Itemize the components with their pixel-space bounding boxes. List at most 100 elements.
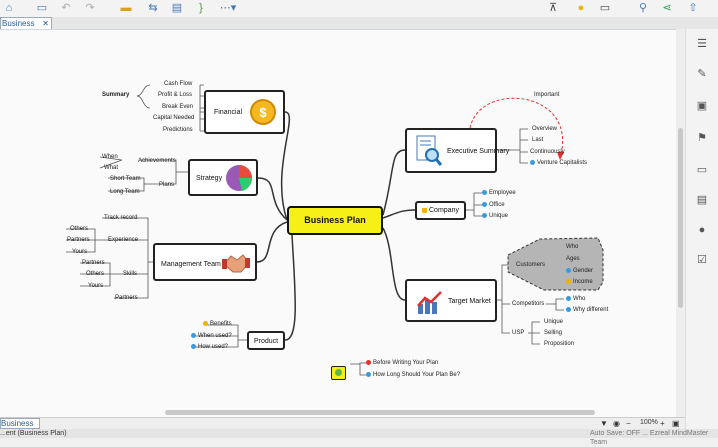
profit-loss[interactable]: Profit & Loss xyxy=(158,91,192,99)
how-long: How Long Should Your Plan Be? xyxy=(373,372,461,378)
who-2-item[interactable]: Who xyxy=(566,295,585,303)
gender-item[interactable]: Gender xyxy=(566,267,593,275)
continuously[interactable]: Continuously xyxy=(530,148,565,156)
partners-2[interactable]: Partners xyxy=(82,259,105,267)
outline-icon[interactable]: ▤ xyxy=(695,193,709,207)
capital-needed[interactable]: Capital Needed xyxy=(153,114,194,122)
yours[interactable]: Yours xyxy=(72,248,87,256)
office: Office xyxy=(489,202,505,208)
unique: Unique xyxy=(489,213,509,219)
ages[interactable]: Ages xyxy=(566,255,580,263)
image-icon[interactable]: ▣ xyxy=(695,99,709,113)
venture-capitalists-item[interactable]: Venture Capitalists xyxy=(530,159,587,167)
income-item[interactable]: Income xyxy=(566,278,593,286)
fit-icon[interactable]: ▣ xyxy=(672,419,680,428)
income: Income xyxy=(573,279,593,285)
long-team[interactable]: Long Team xyxy=(110,188,140,196)
executive-summary-topic[interactable]: Executive Summary xyxy=(405,128,509,173)
achievements[interactable]: Achievements xyxy=(138,157,176,165)
question-icon xyxy=(191,332,196,338)
how-used-item[interactable]: How used? xyxy=(191,343,228,351)
status-right-text: Auto Save: OFF ... Ezreal MindMaster Tea… xyxy=(590,430,709,446)
zoom-in-icon[interactable]: + xyxy=(660,419,665,428)
comment-icon[interactable]: ● xyxy=(695,223,709,237)
others[interactable]: Others xyxy=(70,225,88,233)
company-text: Company xyxy=(429,207,459,214)
zoom-out-icon[interactable]: − xyxy=(626,419,631,428)
bulb-icon xyxy=(203,320,208,326)
partners-3[interactable]: Partners xyxy=(115,294,138,302)
employee-item[interactable]: Employee xyxy=(482,189,516,197)
how-long-item[interactable]: How Long Should Your Plan Be? xyxy=(366,371,460,379)
strategy-topic[interactable]: Strategy xyxy=(188,159,258,196)
plans[interactable]: Plans xyxy=(159,181,174,189)
venture-capitalists: Venture Capitalists xyxy=(537,160,588,166)
relationship-label[interactable]: Important xyxy=(534,91,559,99)
task-icon[interactable]: ☑ xyxy=(695,253,709,267)
status-bar: ...ent (Business Plan) Auto Save: OFF ..… xyxy=(0,429,718,446)
right-side-panel: ☰ ✎ ▣ ⚑ ▭ ▤ ● ☑ xyxy=(685,29,718,429)
unique-2[interactable]: Unique xyxy=(544,318,563,326)
company-label: Company xyxy=(422,206,459,215)
company-topic[interactable]: Company xyxy=(415,201,466,220)
style-icon[interactable]: ✎ xyxy=(695,67,709,81)
marker-flag-icon[interactable]: ⚑ xyxy=(695,131,709,145)
management-team-topic[interactable]: Management Team xyxy=(153,243,257,281)
last[interactable]: Last xyxy=(532,136,543,144)
coin-icon: $ xyxy=(250,99,276,125)
pin-icon xyxy=(482,201,487,207)
format-icon[interactable]: ☰ xyxy=(695,37,709,51)
predictions[interactable]: Predictions xyxy=(163,126,193,134)
person-icon xyxy=(566,267,571,273)
floating-topic[interactable] xyxy=(331,366,346,380)
break-even[interactable]: Break Even xyxy=(162,103,193,111)
track-record[interactable]: Track record xyxy=(104,214,137,222)
overview[interactable]: Overview xyxy=(532,125,557,133)
when-used-item[interactable]: When used? xyxy=(191,332,232,340)
financial-topic[interactable]: Financial $ xyxy=(204,90,285,134)
notes-icon[interactable]: ▭ xyxy=(695,163,709,177)
usp[interactable]: USP xyxy=(512,329,524,337)
central-topic[interactable]: Business Plan xyxy=(287,206,383,235)
horizontal-scroll-thumb[interactable] xyxy=(165,410,595,415)
filter-icon[interactable]: ▼ xyxy=(600,419,608,428)
target-market-topic[interactable]: Target Market xyxy=(405,279,497,322)
benefits: Benefits xyxy=(210,321,232,327)
benefits-item[interactable]: Benefits xyxy=(203,320,232,328)
when[interactable]: When xyxy=(102,153,118,161)
cash-flow[interactable]: Cash Flow xyxy=(164,80,192,88)
skills[interactable]: Skills xyxy=(123,270,137,278)
unique-item[interactable]: Unique xyxy=(482,212,508,220)
selling[interactable]: Selling xyxy=(544,329,562,337)
status-left-text: ...ent (Business Plan) xyxy=(0,430,67,437)
before-writing-item[interactable]: Before Writing Your Plan xyxy=(366,359,438,367)
zoom-level: 100% xyxy=(640,419,658,426)
target-market-label: Target Market xyxy=(448,298,491,305)
competitors[interactable]: Competitors xyxy=(512,300,544,308)
employee: Employee xyxy=(489,190,516,196)
office-item[interactable]: Office xyxy=(482,201,505,209)
sheet-tab-business-plan[interactable]: Business Plan xyxy=(0,418,40,437)
handshake-icon xyxy=(222,254,250,273)
flag-icon xyxy=(366,359,371,365)
experience[interactable]: Experience xyxy=(108,236,138,244)
who[interactable]: Who xyxy=(566,243,578,251)
customers[interactable]: Customers xyxy=(516,261,545,269)
proposition[interactable]: Proposition xyxy=(544,340,574,348)
why-different: Why different xyxy=(573,307,609,313)
why-different-item[interactable]: Why different xyxy=(566,306,608,314)
view-icon[interactable]: ◉ xyxy=(613,419,620,428)
document-search-icon xyxy=(416,135,442,166)
short-team[interactable]: Short Team xyxy=(110,175,141,183)
what[interactable]: What xyxy=(104,164,118,172)
gender: Gender xyxy=(573,268,594,274)
question-icon xyxy=(191,343,196,349)
others-2[interactable]: Others xyxy=(86,270,104,278)
product-topic[interactable]: Product xyxy=(247,331,285,350)
strategy-label: Strategy xyxy=(196,175,223,182)
when-used: When used? xyxy=(198,333,232,339)
yours-2[interactable]: Yours xyxy=(88,282,103,290)
building-icon xyxy=(422,207,427,213)
partners[interactable]: Partners xyxy=(67,236,90,244)
pie-chart-icon xyxy=(226,165,253,191)
